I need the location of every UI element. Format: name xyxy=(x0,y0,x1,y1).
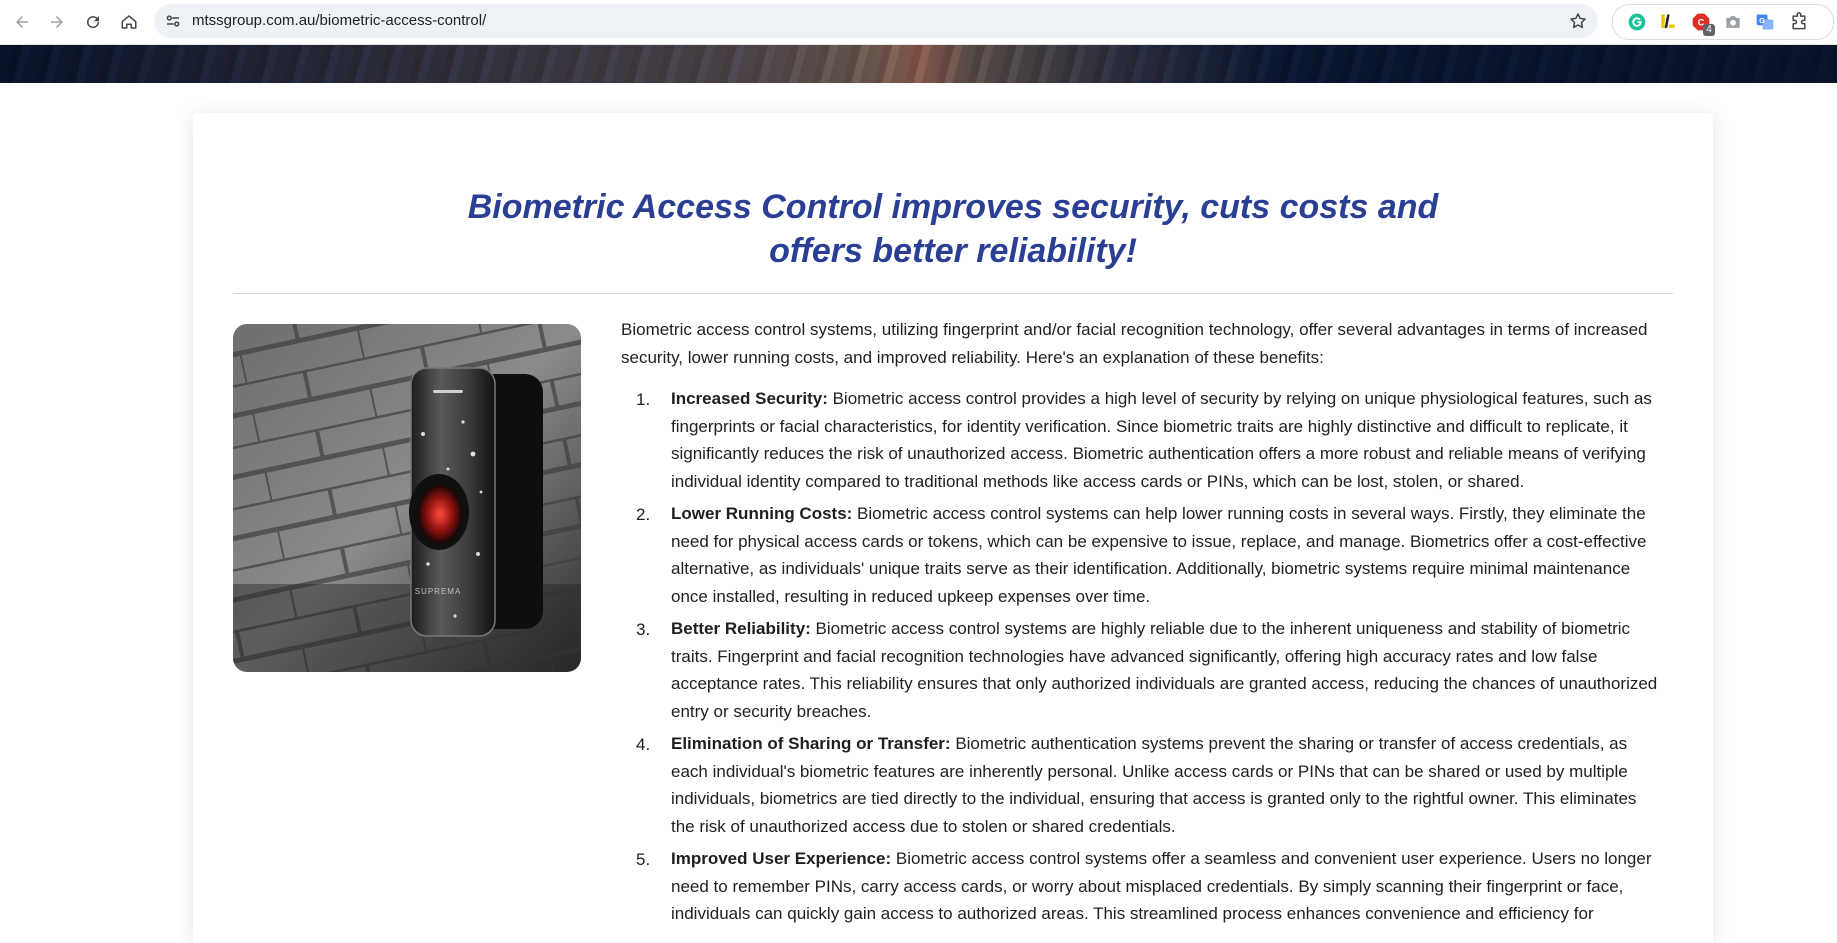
list-item-heading: Better Reliability: xyxy=(671,619,811,638)
hero-banner-image xyxy=(0,45,1837,83)
list-item: 3. Better Reliability: Biometric access … xyxy=(621,615,1661,725)
list-item-number: 5. xyxy=(636,850,651,869)
home-button[interactable] xyxy=(114,7,144,37)
bookmark-star-icon[interactable] xyxy=(1568,11,1588,31)
list-item-heading: Lower Running Costs: xyxy=(671,504,853,523)
grammarly-extension[interactable] xyxy=(1627,12,1647,32)
adblock-extension[interactable]: C 4 xyxy=(1691,12,1715,36)
extension-badge: 4 xyxy=(1703,24,1715,36)
intro-paragraph: Biometric access control systems, utiliz… xyxy=(621,320,1648,367)
list-item-number: 4. xyxy=(636,735,651,754)
article-body: Biometric access control systems, utiliz… xyxy=(621,316,1661,933)
pen-extension[interactable] xyxy=(1658,12,1678,32)
list-item: 5. Improved User Experience: Biometric a… xyxy=(621,845,1661,928)
grammarly-icon xyxy=(1628,13,1646,31)
list-item-heading: Increased Security: xyxy=(671,389,828,408)
reload-icon xyxy=(87,16,100,29)
list-item: 4. Elimination of Sharing or Transfer: B… xyxy=(621,730,1661,840)
list-item-number: 3. xyxy=(636,620,651,639)
biometric-reader-photo: SUPREMA xyxy=(233,324,581,672)
list-item-text: Biometric access control systems are hig… xyxy=(671,619,1658,721)
biometric-reader-illustration: SUPREMA xyxy=(233,324,581,672)
svg-text:G: G xyxy=(1759,16,1765,25)
extensions-menu-button[interactable] xyxy=(1789,12,1809,32)
translate-extension[interactable]: G xyxy=(1755,12,1775,32)
home-icon xyxy=(121,15,137,29)
list-item-number: 1. xyxy=(636,390,651,409)
content-card: Biometric Access Control improves securi… xyxy=(193,113,1713,943)
translate-icon: G xyxy=(1756,14,1774,30)
site-info-icon[interactable] xyxy=(164,12,182,30)
camera-extension[interactable] xyxy=(1723,12,1743,32)
page-title: Biometric Access Control improves securi… xyxy=(193,185,1713,273)
forward-arrow-icon xyxy=(51,16,63,28)
camera-icon xyxy=(1726,16,1740,28)
benefits-list: 1. Increased Security: Biometric access … xyxy=(621,385,1661,928)
reload-button[interactable] xyxy=(78,7,108,37)
url-text: mtssgroup.com.au/biometric-access-contro… xyxy=(192,12,487,29)
forward-button[interactable] xyxy=(42,7,72,37)
list-item: 1. Increased Security: Biometric access … xyxy=(621,385,1661,495)
address-bar[interactable]: mtssgroup.com.au/biometric-access-contro… xyxy=(154,4,1598,38)
puzzle-extensions-icon xyxy=(1792,12,1806,30)
page-title-line-1: Biometric Access Control improves securi… xyxy=(467,188,1439,226)
back-button[interactable] xyxy=(7,7,37,37)
pen-extension-icon xyxy=(1661,14,1675,28)
list-item-number: 2. xyxy=(636,505,651,524)
device-brand-label: SUPREMA xyxy=(415,587,462,596)
browser-toolbar: mtssgroup.com.au/biometric-access-contro… xyxy=(0,0,1837,45)
list-item-heading: Improved User Experience: xyxy=(671,849,892,868)
list-item-heading: Elimination of Sharing or Transfer: xyxy=(671,734,951,753)
back-arrow-icon xyxy=(16,16,28,28)
list-item: 2. Lower Running Costs: Biometric access… xyxy=(621,500,1661,610)
page-title-line-2: offers better reliability! xyxy=(769,232,1137,270)
title-divider xyxy=(233,293,1673,294)
extensions-area: C 4 G xyxy=(1612,4,1834,40)
